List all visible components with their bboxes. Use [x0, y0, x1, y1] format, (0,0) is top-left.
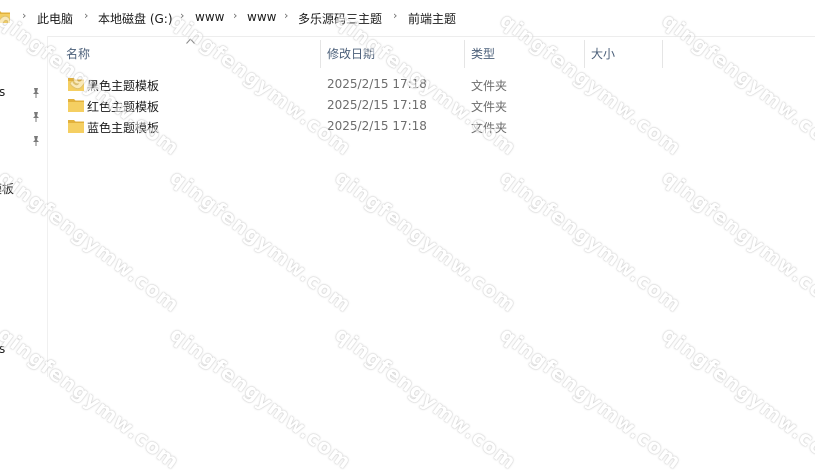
watermark-text: qingfengymw.com — [330, 165, 522, 317]
file-name[interactable]: 蓝色主题模板 — [87, 119, 159, 136]
watermark-text: qingfengymw.com — [165, 322, 357, 474]
watermark-text: qingfengymw.com — [495, 165, 687, 317]
chevron-right-icon[interactable]: › — [84, 9, 88, 22]
pin-icon[interactable] — [31, 87, 41, 99]
folder-icon — [68, 78, 84, 91]
column-divider[interactable] — [662, 40, 663, 68]
chevron-right-icon[interactable]: › — [22, 9, 26, 22]
folder-icon — [68, 120, 84, 133]
breadcrumb-item-www-2[interactable]: www — [247, 10, 276, 24]
address-bar[interactable]: › 此电脑 › 本地磁盘 (G:) › www › www › 多乐源码三主题 … — [0, 0, 815, 37]
file-modified-date: 2025/2/15 17:18 — [327, 77, 427, 91]
watermark-text: qingfengymw.com — [657, 322, 815, 474]
column-header-name[interactable]: 名称 — [66, 40, 90, 68]
nav-item-label[interactable]: s — [0, 342, 5, 356]
watermark-text: qingfengymw.com — [330, 322, 522, 474]
chevron-right-icon[interactable]: › — [284, 9, 288, 22]
file-name[interactable]: 黑色主题模板 — [87, 77, 159, 94]
file-type: 文件夹 — [471, 121, 508, 135]
file-row[interactable]: 黑色主题模板 2025/2/15 17:18 文件夹 — [60, 74, 660, 95]
breadcrumb-item-www-1[interactable]: www — [195, 10, 224, 24]
file-type: 文件夹 — [471, 100, 508, 114]
file-name[interactable]: 红色主题模板 — [87, 98, 159, 115]
navigation-pane[interactable]: s 模板 s — [0, 36, 48, 377]
column-header-type[interactable]: 类型 — [471, 40, 495, 68]
breadcrumb-item-theme-source[interactable]: 多乐源码三主题 — [298, 10, 382, 27]
column-divider[interactable] — [320, 40, 321, 68]
breadcrumb-item-this-pc[interactable]: 此电脑 — [37, 10, 73, 27]
pin-icon[interactable] — [31, 135, 41, 147]
file-type: 文件夹 — [471, 79, 508, 93]
sort-ascending-icon — [186, 38, 195, 44]
file-row[interactable]: 蓝色主题模板 2025/2/15 17:18 文件夹 — [60, 116, 660, 137]
file-row[interactable]: 红色主题模板 2025/2/15 17:18 文件夹 — [60, 95, 660, 116]
watermark-text: qingfengymw.com — [657, 165, 815, 317]
folder-icon — [68, 99, 84, 112]
column-divider[interactable] — [584, 40, 585, 68]
file-modified-date: 2025/2/15 17:18 — [327, 98, 427, 112]
file-modified-date: 2025/2/15 17:18 — [327, 119, 427, 133]
watermark-text: qingfengymw.com — [165, 165, 357, 317]
pin-icon[interactable] — [31, 111, 41, 123]
column-header-modified[interactable]: 修改日期 — [327, 40, 375, 68]
column-header-size[interactable]: 大小 — [591, 40, 615, 68]
nav-item-label[interactable]: 模板 — [0, 180, 14, 197]
folder-icon — [0, 11, 10, 23]
breadcrumb-item-frontend-theme[interactable]: 前端主题 — [408, 10, 456, 27]
column-divider[interactable] — [464, 40, 465, 68]
chevron-right-icon[interactable]: › — [233, 9, 237, 22]
chevron-right-icon[interactable]: › — [393, 9, 397, 22]
nav-item-label[interactable]: s — [0, 85, 5, 99]
breadcrumb-item-local-disk[interactable]: 本地磁盘 (G:) — [98, 10, 173, 27]
chevron-right-icon[interactable]: › — [180, 9, 184, 22]
watermark-text: qingfengymw.com — [495, 322, 687, 474]
